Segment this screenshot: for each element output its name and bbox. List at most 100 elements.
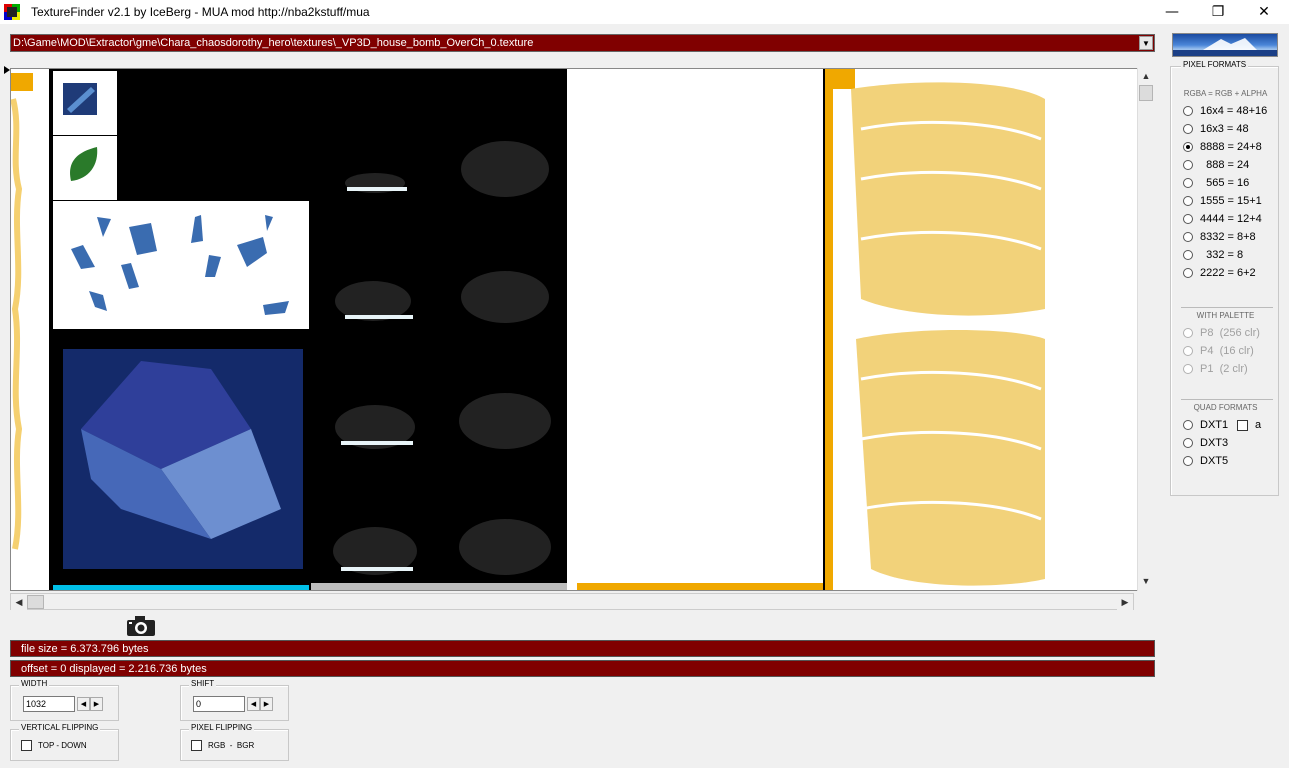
radio-icon [1183, 124, 1193, 134]
scroll-right-icon[interactable]: ▶ [1117, 594, 1133, 610]
quad-option-dxt3[interactable]: DXT3 [1183, 437, 1228, 449]
format-label: 332 = 8 [1200, 249, 1244, 261]
radio-icon [1183, 106, 1193, 116]
format-label: 8332 = 8+8 [1200, 231, 1256, 243]
format-label: 565 = 16 [1200, 177, 1250, 189]
app-icon [4, 4, 20, 20]
vertical-scroll-thumb[interactable] [1139, 85, 1153, 101]
rgb-bgr-label: RGB - BGR [208, 741, 255, 750]
quad-option-dxt1[interactable]: DXT1 [1183, 419, 1228, 431]
radio-icon [1183, 232, 1193, 242]
scroll-left-icon[interactable]: ◀ [11, 594, 27, 610]
divider [1181, 307, 1273, 308]
close-icon: ✕ [1258, 4, 1270, 20]
palette-label: P1 (2 clr) [1200, 363, 1248, 375]
top-down-checkbox[interactable] [21, 740, 32, 751]
top-down-label: TOP - DOWN [38, 741, 87, 750]
logo-image [1172, 33, 1278, 57]
quad-formats-title: QUAD FORMATS [1193, 403, 1258, 412]
path-combobox[interactable]: D:\Game\MOD\Extractor\gme\Chara_chaosdor… [10, 34, 1155, 52]
width-decrement-button[interactable]: ◀ [77, 697, 90, 711]
minimize-button-visible[interactable]: — [1149, 0, 1195, 24]
palette-label: P4 (16 clr) [1200, 345, 1254, 357]
dxt1-alpha-checkbox[interactable] [1237, 420, 1248, 431]
format-option-16x3[interactable]: 16x3 = 48 [1183, 123, 1249, 135]
width-group: WIDTH 1032 ◀ ▶ [10, 679, 119, 721]
format-label: 1555 = 15+1 [1200, 195, 1262, 207]
maximize-icon: ❐ [1211, 4, 1225, 20]
palette-option-p8[interactable]: P8 (256 clr) [1183, 327, 1260, 339]
format-option-888[interactable]: 888 = 24 [1183, 159, 1249, 171]
format-option-16x4[interactable]: 16x4 = 48+16 [1183, 105, 1267, 117]
quad-label: DXT3 [1200, 437, 1229, 449]
quad-option-dxt5[interactable]: DXT5 [1183, 455, 1228, 467]
format-label: 2222 = 6+2 [1200, 267, 1256, 279]
format-option-565[interactable]: 565 = 16 [1183, 177, 1249, 189]
pixel-formats-panel: PIXEL FORMATS RGBA = RGB + ALPHA 16x4 = … [1170, 60, 1279, 496]
format-label: 16x4 = 48+16 [1200, 105, 1268, 117]
width-label: WIDTH [19, 679, 50, 688]
maximize-button[interactable]: ❐ [1195, 0, 1241, 24]
pixel-flipping-group: PIXEL FLIPPING RGB - BGR [180, 723, 289, 761]
radio-icon [1183, 328, 1193, 338]
radio-icon [1183, 214, 1193, 224]
rgba-subtitle: RGBA = RGB + ALPHA [1183, 89, 1268, 98]
shift-label: SHIFT [189, 679, 217, 688]
shift-decrement-button[interactable]: ◀ [247, 697, 260, 711]
palette-option-p4[interactable]: P4 (16 clr) [1183, 345, 1254, 357]
vertical-flipping-label: VERTICAL FLIPPING [19, 723, 101, 732]
scroll-up-icon[interactable]: ▲ [1138, 68, 1154, 84]
radio-icon [1183, 420, 1193, 430]
palette-option-p1[interactable]: P1 (2 clr) [1183, 363, 1248, 375]
scroll-down-icon[interactable]: ▼ [1138, 573, 1154, 589]
file-size-text: file size = 6.373.796 bytes [21, 643, 149, 655]
format-label: 888 = 24 [1200, 159, 1250, 171]
radio-selected-icon [1183, 142, 1193, 152]
shift-group: SHIFT 0 ◀ ▶ [180, 679, 289, 721]
rgb-bgr-checkbox[interactable] [191, 740, 202, 751]
shift-input[interactable]: 0 [193, 696, 245, 712]
offset-text: offset = 0 displayed = 2.216.736 bytes [21, 663, 207, 675]
with-palette-title: WITH PALETTE [1196, 311, 1255, 320]
dxt1-alpha-label: a [1255, 419, 1262, 431]
format-option-332[interactable]: 332 = 8 [1183, 249, 1243, 261]
shift-increment-button[interactable]: ▶ [260, 697, 273, 711]
camera-icon[interactable] [126, 615, 156, 637]
format-option-1555[interactable]: 1555 = 15+1 [1183, 195, 1262, 207]
window-title: TextureFinder v2.1 by IceBerg - MUA mod … [31, 5, 370, 19]
pixel-flipping-label: PIXEL FLIPPING [189, 723, 255, 732]
radio-icon [1183, 438, 1193, 448]
vertical-flipping-group: VERTICAL FLIPPING TOP - DOWN [10, 723, 119, 761]
vertical-scrollbar[interactable]: ▲ ▼ [1137, 68, 1154, 591]
format-label: 16x3 = 48 [1200, 123, 1249, 135]
radio-icon [1183, 178, 1193, 188]
format-label: 8888 = 24+8 [1200, 141, 1262, 153]
width-input[interactable]: 1032 [23, 696, 75, 712]
radio-icon [1183, 196, 1193, 206]
path-value: D:\Game\MOD\Extractor\gme\Chara_chaosdor… [13, 37, 534, 49]
palette-label: P8 (256 clr) [1200, 327, 1260, 339]
format-option-8332[interactable]: 8332 = 8+8 [1183, 231, 1256, 243]
dropdown-arrow-icon[interactable]: ▼ [1139, 36, 1153, 50]
format-label: 4444 = 12+4 [1200, 213, 1262, 225]
row-marker-icon [4, 66, 10, 74]
format-option-8888[interactable]: 8888 = 24+8 [1183, 141, 1262, 153]
quad-label: DXT1 [1200, 419, 1229, 431]
divider [1181, 399, 1273, 400]
horizontal-scrollbar[interactable]: ◀ ▶ [10, 593, 1134, 610]
close-button[interactable]: ✕ [1241, 0, 1287, 24]
title-bar: TextureFinder v2.1 by IceBerg - MUA mod … [0, 0, 1289, 24]
radio-icon [1183, 160, 1193, 170]
radio-icon [1183, 268, 1193, 278]
format-option-4444[interactable]: 4444 = 12+4 [1183, 213, 1262, 225]
minimize-icon-visible: — [1165, 4, 1179, 20]
offset-status: offset = 0 displayed = 2.216.736 bytes [10, 660, 1155, 677]
format-option-2222[interactable]: 2222 = 6+2 [1183, 267, 1256, 279]
pixel-formats-title: PIXEL FORMATS [1181, 60, 1249, 69]
texture-viewer[interactable] [10, 68, 1154, 591]
file-size-status: file size = 6.373.796 bytes [10, 640, 1155, 657]
horizontal-scroll-thumb[interactable] [27, 595, 44, 609]
radio-icon [1183, 364, 1193, 374]
radio-icon [1183, 250, 1193, 260]
width-increment-button[interactable]: ▶ [90, 697, 103, 711]
